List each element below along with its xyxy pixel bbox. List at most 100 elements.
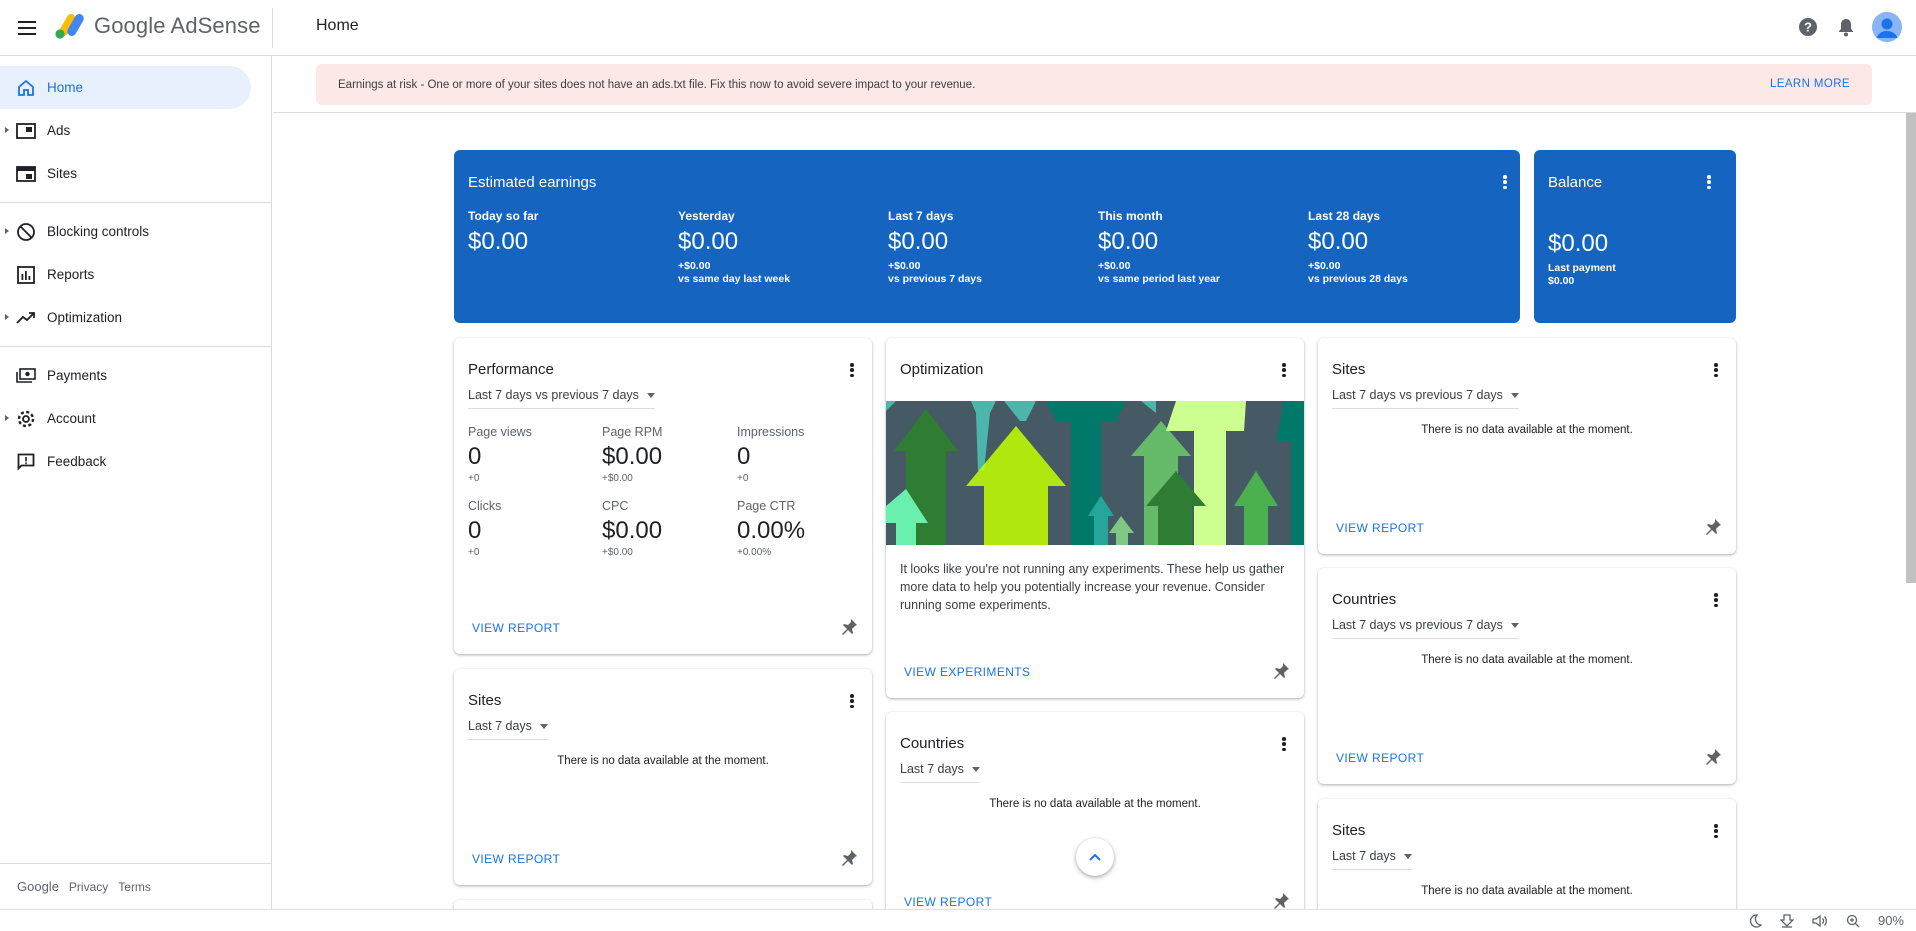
footer-google-link[interactable]: Google <box>17 879 59 894</box>
last-payment-label: Last payment <box>1548 262 1616 274</box>
payments-icon <box>16 366 36 386</box>
sidebar-item-sites[interactable]: Sites <box>0 152 271 195</box>
menu-icon[interactable] <box>14 15 40 41</box>
no-data-message: There is no data available at the moment… <box>557 755 769 767</box>
reports-icon <box>16 265 36 285</box>
sidebar-item-payments[interactable]: Payments <box>0 354 271 397</box>
alert-text: Earnings at risk - One or more of your s… <box>338 78 976 91</box>
pin-icon[interactable] <box>1704 748 1722 766</box>
earnings-value: $0.00 <box>468 228 529 255</box>
card-title: Sites <box>1332 361 1366 378</box>
learn-more-link[interactable]: LEARN MORE <box>1770 78 1850 90</box>
no-data-message: There is no data available at the moment… <box>1421 654 1633 666</box>
sidebar-item-feedback[interactable]: Feedback <box>0 440 271 483</box>
metric-page-views: Page views 0 +0 <box>468 425 532 484</box>
sidebar-item-label: Sites <box>47 166 78 181</box>
pin-icon[interactable] <box>840 849 858 867</box>
sites-card: Sites Last 7 days vs previous 7 days The… <box>1318 338 1736 554</box>
earnings-compare: vs same period last year <box>1098 273 1220 285</box>
zoom-level[interactable]: 90% <box>1878 913 1904 928</box>
more-vert-icon[interactable] <box>1703 173 1715 191</box>
date-range-dropdown[interactable]: Last 7 days vs previous 7 days <box>1332 388 1519 409</box>
sidebar-item-label: Payments <box>47 368 108 383</box>
date-range-dropdown[interactable]: Last 7 days vs previous 7 days <box>468 388 655 409</box>
scrollbar[interactable] <box>1906 113 1916 583</box>
sites-card: Sites Last 7 days There is no data avail… <box>454 669 872 885</box>
optimization-card: Optimization It looks like you're not ru… <box>886 338 1304 698</box>
view-report-link[interactable]: VIEW REPORT <box>904 895 992 909</box>
optimization-description: It looks like you're not running any exp… <box>900 562 1285 612</box>
metric-value: 0.00% <box>737 517 806 544</box>
sidebar-item-home[interactable]: Home <box>0 66 251 109</box>
metric-page-ctr: Page CTR 0.00% +0.00% <box>737 499 805 558</box>
countries-card: Countries Last 7 days There is no data a… <box>886 712 1304 928</box>
dropdown-arrow-icon <box>1403 853 1412 859</box>
card-title: Countries <box>1332 591 1397 608</box>
sidebar-item-label: Optimization <box>47 310 123 325</box>
estimated-earnings-card: Estimated earnings Today so far $0.00 Ye… <box>454 150 1520 323</box>
view-report-link[interactable]: VIEW REPORT <box>472 621 560 635</box>
more-vert-icon[interactable] <box>846 692 858 710</box>
view-report-link[interactable]: VIEW REPORT <box>472 852 560 866</box>
adsense-logo[interactable]: Google AdSense <box>54 12 261 40</box>
date-range-dropdown[interactable]: Last 7 days <box>468 719 548 740</box>
pin-icon[interactable] <box>840 618 858 636</box>
metric-delta: +$0.00 <box>602 473 633 484</box>
dark-mode-icon[interactable] <box>1748 913 1762 928</box>
card-title: Sites <box>468 692 502 709</box>
nav-divider <box>0 346 271 347</box>
volume-icon[interactable] <box>1812 914 1828 928</box>
card-title: Estimated earnings <box>468 174 597 191</box>
metric-value: $0.00 <box>602 443 663 470</box>
more-vert-icon[interactable] <box>1278 361 1290 379</box>
zoom-icon[interactable] <box>1846 914 1860 928</box>
date-range-dropdown[interactable]: Last 7 days <box>1332 849 1412 870</box>
feedback-icon <box>16 452 36 472</box>
earnings-label: Last 7 days <box>888 209 954 223</box>
sidebar-item-blocking-controls[interactable]: Blocking controls <box>0 210 271 253</box>
view-report-link[interactable]: VIEW REPORT <box>1336 521 1424 535</box>
view-report-link[interactable]: VIEW REPORT <box>1336 751 1424 765</box>
adsense-logo-icon <box>55 14 84 39</box>
date-range-dropdown[interactable]: Last 7 days vs previous 7 days <box>1332 618 1519 639</box>
pin-icon[interactable] <box>1704 518 1722 536</box>
sidebar-item-label: Reports <box>47 267 95 282</box>
more-vert-icon[interactable] <box>1710 361 1722 379</box>
date-range-dropdown[interactable]: Last 7 days <box>900 762 980 783</box>
countries-card: Countries Last 7 days vs previous 7 days… <box>1318 568 1736 784</box>
sidebar: Home Ads Sites Blocking controls Reports… <box>0 56 272 909</box>
avatar[interactable] <box>1872 12 1902 42</box>
footer-terms-link[interactable]: Terms <box>118 880 151 894</box>
more-vert-icon[interactable] <box>1710 822 1722 840</box>
top-actions: ? <box>1796 12 1902 42</box>
more-vert-icon[interactable] <box>1710 591 1722 609</box>
earnings-value: $0.00 <box>1098 228 1159 255</box>
more-vert-icon[interactable] <box>846 361 858 379</box>
more-vert-icon[interactable] <box>1278 735 1290 753</box>
sidebar-item-optimization[interactable]: Optimization <box>0 296 271 339</box>
dropdown-value: Last 7 days vs previous 7 days <box>468 388 639 402</box>
expand-caret-icon[interactable] <box>5 127 9 133</box>
earnings-last-7-days: Last 7 days $0.00 +$0.00 vs previous 7 da… <box>888 209 982 286</box>
metric-delta: +0 <box>468 473 480 484</box>
scroll-to-top-button[interactable] <box>1076 838 1114 876</box>
sidebar-item-reports[interactable]: Reports <box>0 253 271 296</box>
sidebar-item-ads[interactable]: Ads <box>0 109 271 152</box>
sidebar-item-account[interactable]: Account <box>0 397 271 440</box>
bell-icon[interactable] <box>1834 15 1858 39</box>
more-vert-icon[interactable] <box>1499 173 1511 191</box>
earnings-delta: +$0.00 <box>678 260 711 272</box>
metric-label: CPC <box>602 499 629 513</box>
pin-icon[interactable] <box>1272 892 1290 910</box>
sidebar-footer: Google Privacy Terms <box>0 863 271 909</box>
pin-icon[interactable] <box>1272 662 1290 680</box>
expand-caret-icon[interactable] <box>5 228 9 234</box>
footer-privacy-link[interactable]: Privacy <box>69 880 108 894</box>
expand-caret-icon[interactable] <box>5 314 9 320</box>
metric-value: $0.00 <box>602 517 663 544</box>
view-experiments-link[interactable]: VIEW EXPERIMENTS <box>904 665 1030 679</box>
expand-caret-icon[interactable] <box>5 415 9 421</box>
help-icon[interactable]: ? <box>1796 15 1820 39</box>
browser-status-bar: 90% <box>0 909 1916 931</box>
download-icon[interactable] <box>1779 913 1794 928</box>
